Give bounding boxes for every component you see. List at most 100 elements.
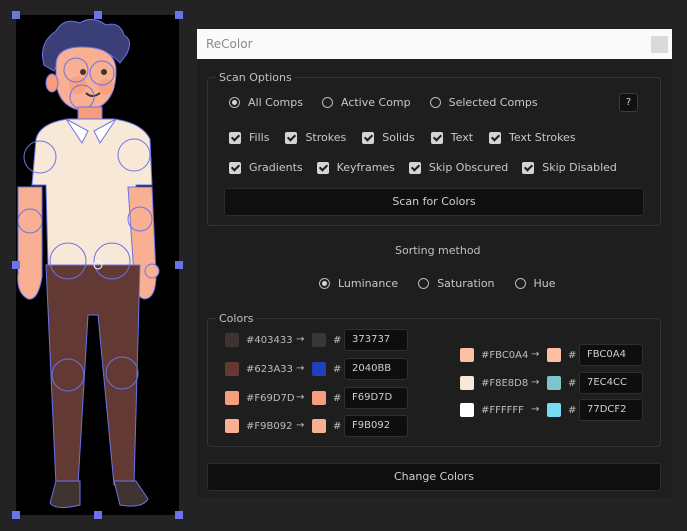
transform-handle-middle-left[interactable] <box>12 261 20 269</box>
composition-viewer[interactable] <box>16 15 179 515</box>
checkbox-solids-label: Solids <box>382 131 415 144</box>
change-colors-button[interactable]: Change Colors <box>207 463 661 491</box>
sorting-radio-group: Luminance Saturation Hue <box>319 277 556 290</box>
hash-label: # <box>333 393 342 404</box>
checkbox-solids-box[interactable] <box>362 131 375 144</box>
checkbox-skip-disabled[interactable]: Skip Disabled <box>522 161 617 174</box>
radio-active-comp-indicator[interactable] <box>321 97 333 108</box>
hash-label: # <box>333 421 342 432</box>
checkbox-text-strokes[interactable]: Text Strokes <box>489 131 576 144</box>
target-swatch[interactable] <box>312 333 326 347</box>
checkbox-text-box[interactable] <box>430 131 443 144</box>
checkbox-gradients-box[interactable] <box>229 161 241 174</box>
checkbox-skip-obscured-box[interactable] <box>408 161 421 174</box>
checkbox-strokes-box[interactable] <box>285 131 298 144</box>
transform-handle-middle-right[interactable] <box>175 261 183 269</box>
source-swatch[interactable] <box>225 391 239 405</box>
source-swatch[interactable] <box>225 362 239 376</box>
source-swatch[interactable] <box>460 376 474 390</box>
target-hex-input[interactable]: 77DCF2 <box>579 399 643 421</box>
source-hex: #FFFFFF <box>481 405 524 416</box>
source-hex: #F69D7D <box>246 393 295 404</box>
radio-all-comps-indicator[interactable] <box>229 97 240 108</box>
checkbox-fills-box[interactable] <box>229 131 241 144</box>
target-swatch[interactable] <box>547 403 561 417</box>
checkbox-skip-obscured[interactable]: Skip Obscured <box>408 161 508 174</box>
scan-for-colors-button[interactable]: Scan for Colors <box>224 188 644 216</box>
radio-saturation[interactable]: Saturation <box>418 277 495 290</box>
radio-luminance-indicator[interactable] <box>319 278 330 289</box>
checkbox-text-label: Text <box>450 131 474 144</box>
source-swatch[interactable] <box>225 419 239 433</box>
scan-options-checks-row-1: Fills Strokes Solids Text Text Strokes <box>229 131 576 144</box>
help-button[interactable]: ? <box>619 93 638 112</box>
close-icon[interactable] <box>651 36 668 53</box>
colors-label: Colors <box>216 312 257 325</box>
radio-all-comps-label: All Comps <box>248 96 303 109</box>
hash-label: # <box>333 364 342 375</box>
transform-handle-top-center[interactable] <box>94 11 102 19</box>
target-hex-input[interactable]: F69D7D <box>344 387 408 409</box>
target-swatch[interactable] <box>312 419 326 433</box>
checkbox-gradients[interactable]: Gradients <box>229 161 303 174</box>
radio-all-comps[interactable]: All Comps <box>229 96 303 109</box>
checkbox-keyframes-box[interactable] <box>316 161 329 174</box>
target-hex-input[interactable]: 7EC4CC <box>579 372 643 394</box>
source-swatch[interactable] <box>460 348 474 362</box>
target-hex-input[interactable]: FBC0A4 <box>579 344 643 366</box>
checkbox-text-strokes-label: Text Strokes <box>509 131 576 144</box>
recolor-panel: ReColor Scan Options All Comps Active Co… <box>197 29 672 497</box>
target-swatch[interactable] <box>312 391 326 405</box>
scan-options-label: Scan Options <box>216 71 295 84</box>
checkbox-keyframes[interactable]: Keyframes <box>316 161 395 174</box>
transform-handle-top-right[interactable] <box>175 11 183 19</box>
scan-options-checks-row-2: Gradients Keyframes Skip Obscured Skip D… <box>229 161 617 174</box>
arrow-icon: → <box>531 404 540 415</box>
source-hex: #623A33 <box>246 364 294 375</box>
source-hex: #FBC0A4 <box>481 350 529 361</box>
target-hex-input[interactable]: 2040BB <box>344 358 408 380</box>
checkbox-fills[interactable]: Fills <box>229 131 269 144</box>
arrow-icon: → <box>531 349 540 360</box>
radio-selected-comps[interactable]: Selected Comps <box>429 96 538 109</box>
transform-handle-bottom-center[interactable] <box>94 511 102 519</box>
checkbox-strokes-label: Strokes <box>305 131 347 144</box>
radio-hue[interactable]: Hue <box>514 277 556 290</box>
transform-handle-bottom-right[interactable] <box>175 511 183 519</box>
arrow-icon: → <box>296 334 305 345</box>
checkbox-skip-disabled-box[interactable] <box>522 161 535 174</box>
source-swatch[interactable] <box>225 333 239 347</box>
radio-hue-label: Hue <box>533 277 556 290</box>
radio-active-comp[interactable]: Active Comp <box>321 96 411 109</box>
target-hex-input[interactable]: 373737 <box>344 329 408 351</box>
hash-label: # <box>568 378 577 389</box>
panel-titlebar: ReColor <box>197 29 672 59</box>
checkbox-fills-label: Fills <box>249 131 270 144</box>
radio-saturation-indicator[interactable] <box>418 278 430 289</box>
source-hex: #F8E8D8 <box>481 378 529 389</box>
radio-hue-indicator[interactable] <box>514 278 526 289</box>
source-swatch[interactable] <box>460 403 474 417</box>
scan-scope-radio-group: All Comps Active Comp Selected Comps <box>229 96 538 109</box>
hash-label: # <box>568 350 577 361</box>
target-hex-input[interactable]: F9B092 <box>344 415 408 437</box>
radio-saturation-label: Saturation <box>437 277 495 290</box>
sorting-method-label: Sorting method <box>395 244 481 257</box>
target-swatch[interactable] <box>547 348 561 362</box>
panel-title: ReColor <box>206 37 253 51</box>
checkbox-gradients-label: Gradients <box>249 161 303 174</box>
character-illustration[interactable] <box>16 15 179 515</box>
checkbox-solids[interactable]: Solids <box>362 131 415 144</box>
transform-handle-bottom-left[interactable] <box>12 511 20 519</box>
checkbox-text[interactable]: Text <box>430 131 474 144</box>
source-hex: #F9B092 <box>246 421 293 432</box>
radio-selected-comps-label: Selected Comps <box>448 96 538 109</box>
checkbox-strokes[interactable]: Strokes <box>285 131 346 144</box>
radio-selected-comps-indicator[interactable] <box>429 97 441 108</box>
radio-luminance[interactable]: Luminance <box>319 277 398 290</box>
target-swatch[interactable] <box>312 362 326 376</box>
checkbox-text-strokes-box[interactable] <box>489 131 502 144</box>
checkbox-keyframes-label: Keyframes <box>336 161 395 174</box>
target-swatch[interactable] <box>547 376 561 390</box>
transform-handle-top-left[interactable] <box>12 11 20 19</box>
